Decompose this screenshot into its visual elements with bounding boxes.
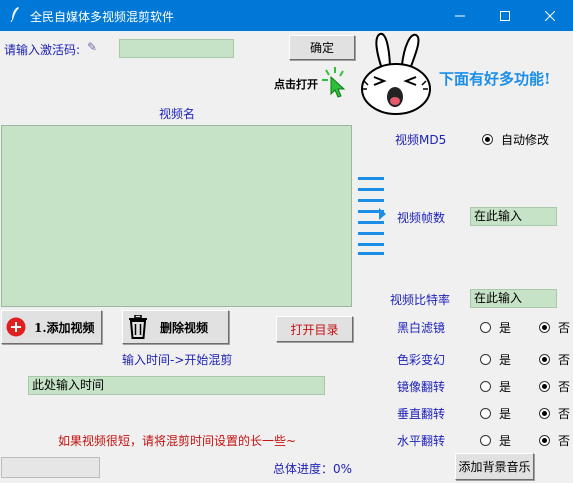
no-label: 否 <box>558 380 571 394</box>
toggle-label: 色彩变幻 <box>397 353 446 367</box>
yes-label: 是 <box>499 380 512 394</box>
radio-icon <box>480 322 491 333</box>
plus-circle-icon <box>6 317 26 337</box>
delete-video-button[interactable]: 删除视频 <box>122 310 229 344</box>
radio-icon <box>480 435 491 446</box>
md5-option-label: 自动修改 <box>501 133 550 147</box>
no-label: 否 <box>558 353 571 367</box>
time-input[interactable]: 此处输入时间 <box>28 376 325 395</box>
toggle-no-radio[interactable]: 否 <box>539 319 570 336</box>
radio-icon <box>539 354 550 365</box>
yes-label: 是 <box>499 321 512 335</box>
toggle-no-radio[interactable]: 否 <box>539 405 570 422</box>
yes-label: 是 <box>499 407 512 421</box>
radio-icon <box>539 408 550 419</box>
radio-icon <box>480 408 491 419</box>
fps-input[interactable]: 在此输入 <box>470 207 557 226</box>
feather-icon <box>9 6 23 24</box>
pencil-icon: ✎ <box>87 40 98 54</box>
duration-warning: 如果视频很短，请将混剪时间设置的长一些~ <box>58 434 297 448</box>
time-label: 输入时间->开始混剪 <box>122 353 233 367</box>
window-title: 全民自媒体多视频混剪软件 <box>30 10 175 24</box>
add-video-label: 1.添加视频 <box>34 320 95 335</box>
toggle-no-radio[interactable]: 否 <box>539 378 570 395</box>
yes-label: 是 <box>499 353 512 367</box>
toggle-yes-radio[interactable]: 是 <box>480 378 511 395</box>
fps-label: 视频帧数 <box>397 211 446 225</box>
activation-code-input[interactable] <box>119 39 234 58</box>
radio-icon <box>480 381 491 392</box>
yes-label: 是 <box>499 434 512 448</box>
no-label: 否 <box>558 407 571 421</box>
radio-icon <box>480 354 491 365</box>
progress-bar <box>1 457 100 478</box>
confirm-button[interactable]: 确定 <box>289 35 355 60</box>
title-bar[interactable]: 全民自媒体多视频混剪软件 <box>0 0 573 31</box>
click-open-link[interactable]: 点击打开 <box>274 76 318 92</box>
toggle-yes-radio[interactable]: 是 <box>480 319 511 336</box>
toggle-yes-radio[interactable]: 是 <box>480 432 511 449</box>
cursor-click-icon <box>322 67 346 98</box>
toggle-label: 水平翻转 <box>397 434 446 448</box>
add-music-button[interactable]: 添加背景音乐 <box>455 453 534 480</box>
radio-icon <box>539 381 550 392</box>
maximize-button[interactable] <box>482 0 528 31</box>
video-listbox[interactable] <box>1 125 352 307</box>
bitrate-label: 视频比特率 <box>390 293 451 307</box>
bitrate-input[interactable]: 在此输入 <box>470 289 557 308</box>
toggle-label: 黑白滤镜 <box>397 321 446 335</box>
toggle-no-radio[interactable]: 否 <box>539 432 570 449</box>
rabbit-mascot-image[interactable] <box>356 31 438 117</box>
activation-label: 请输入激活码: <box>4 43 81 57</box>
delete-video-label: 删除视频 <box>160 320 209 335</box>
radio-icon <box>539 435 550 446</box>
toggle-yes-radio[interactable]: 是 <box>480 351 511 368</box>
md5-label: 视频MD5 <box>395 133 447 147</box>
radio-selected-icon <box>482 134 493 145</box>
no-label: 否 <box>558 321 571 335</box>
toggle-label: 垂直翻转 <box>397 407 446 421</box>
open-dir-button[interactable]: 打开目录 <box>276 316 353 342</box>
no-label: 否 <box>558 434 571 448</box>
arrow-right-icon <box>358 177 386 255</box>
radio-icon <box>539 322 550 333</box>
progress-label: 总体进度：0% <box>273 462 353 476</box>
more-features-text: 下面有好多功能! <box>439 70 551 88</box>
md5-auto-radio[interactable]: 自动修改 <box>482 131 549 148</box>
minimize-button[interactable] <box>437 0 483 31</box>
toggle-yes-radio[interactable]: 是 <box>480 405 511 422</box>
add-video-button[interactable]: 1.添加视频 <box>1 310 102 344</box>
toggle-label: 镜像翻转 <box>397 380 446 394</box>
trash-icon <box>129 315 147 339</box>
close-button[interactable] <box>527 0 573 31</box>
toggle-no-radio[interactable]: 否 <box>539 351 570 368</box>
video-list-header: 视频名 <box>159 107 196 121</box>
